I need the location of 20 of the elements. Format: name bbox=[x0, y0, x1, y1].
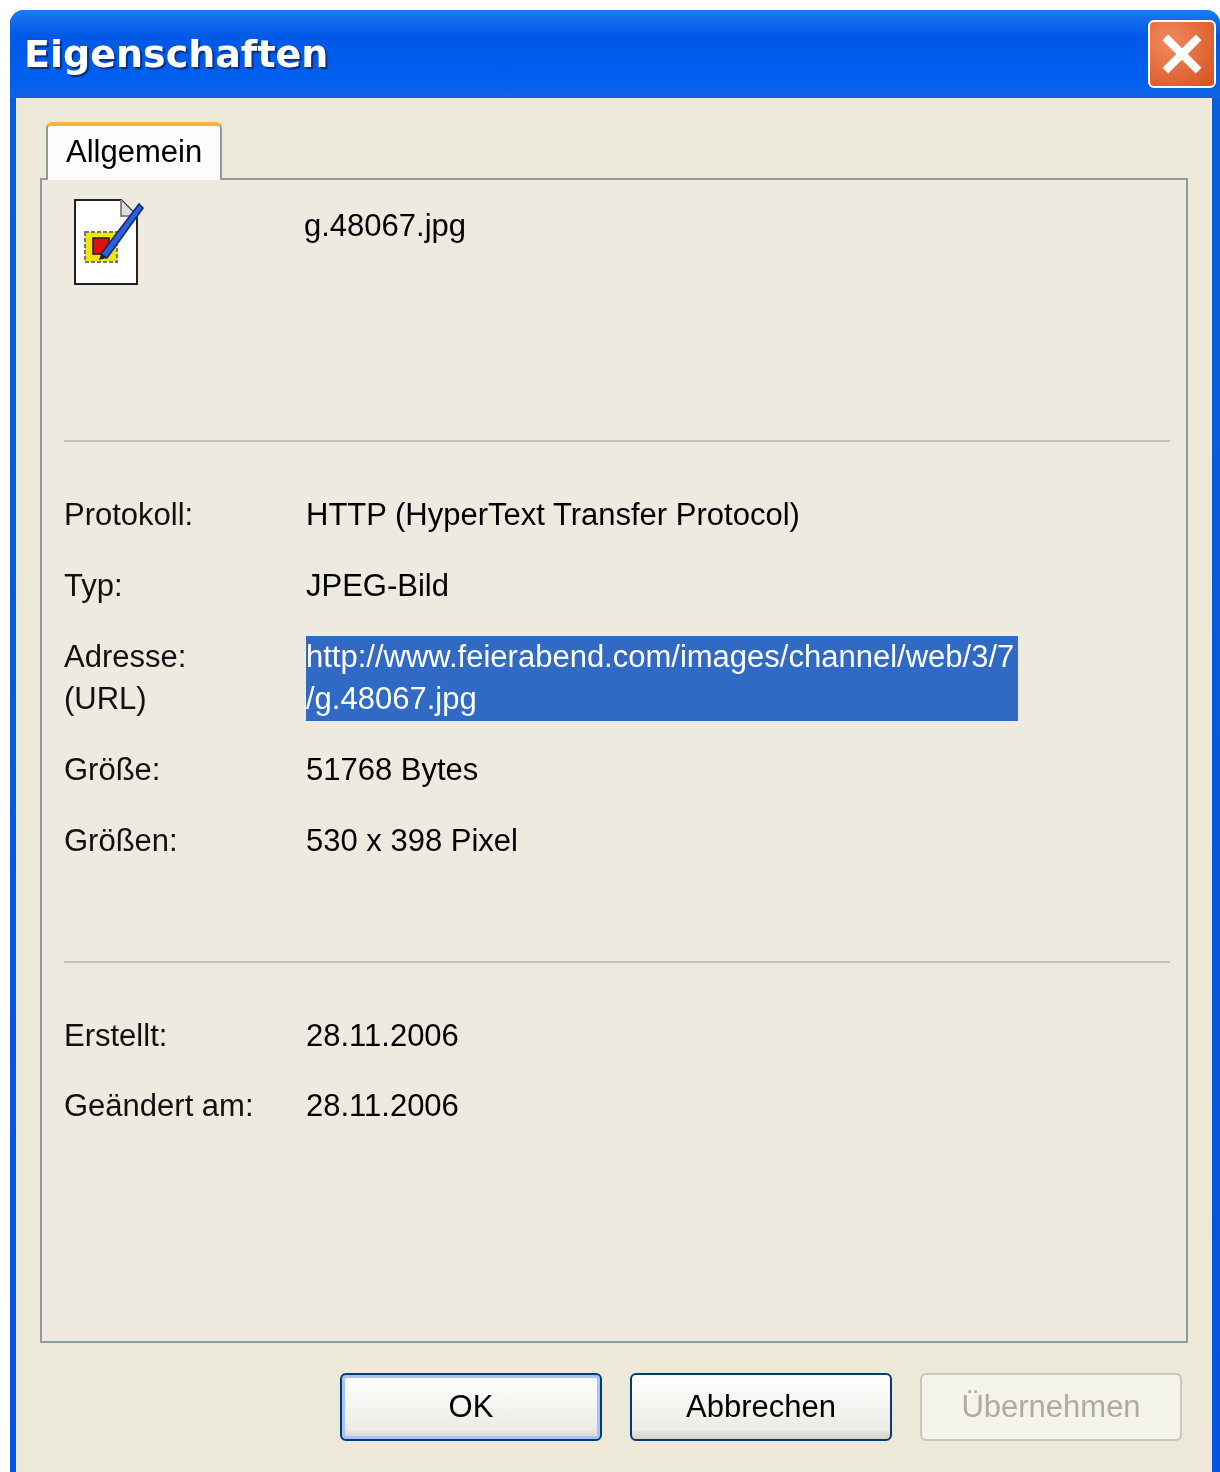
close-button[interactable] bbox=[1148, 20, 1216, 88]
property-value: JPEG-Bild bbox=[306, 566, 450, 605]
tab[interactable]: Allgemein bbox=[46, 122, 223, 180]
property-label: Typ: bbox=[64, 566, 124, 605]
property-value: http://www.feierabend.com/images/channel/web/3/7/g.48067.jpg bbox=[306, 635, 1018, 722]
property-value: HTTP (HyperText Transfer Protocol) bbox=[306, 496, 801, 534]
property-value: 28.11.2006 bbox=[306, 1016, 460, 1055]
property-label: Größe: bbox=[64, 751, 162, 790]
property-label: Adresse: (URL) bbox=[64, 637, 188, 719]
dialog-button[interactable]: OK bbox=[340, 1373, 602, 1441]
property-value: 28.11.2006 bbox=[306, 1087, 460, 1126]
property-value: 530 x 398 Pixel bbox=[306, 821, 519, 860]
property-value: 51768 Bytes bbox=[306, 751, 480, 790]
property-label: Geändert am: bbox=[64, 1087, 255, 1126]
property-label: Größen: bbox=[64, 821, 179, 860]
file-name: g.48067.jpg bbox=[304, 208, 467, 244]
property-label: Erstellt: bbox=[64, 1016, 169, 1055]
dialog-button[interactable]: Abbrechen bbox=[630, 1373, 892, 1441]
property-label: Protokoll: bbox=[64, 496, 195, 534]
window-title: Eigenschaften bbox=[24, 32, 329, 76]
